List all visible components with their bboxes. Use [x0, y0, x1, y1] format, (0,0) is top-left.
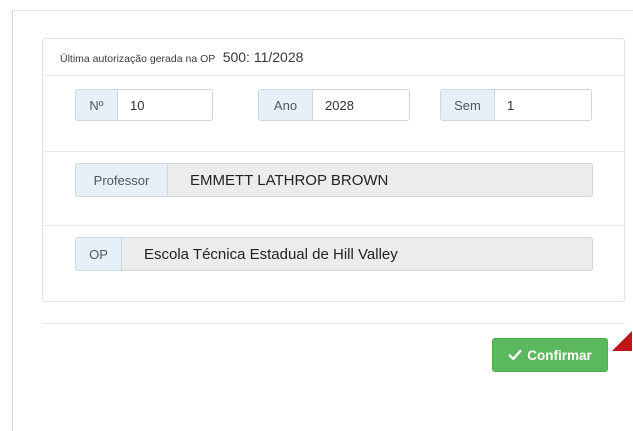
footer-divider: [42, 323, 625, 324]
numero-input[interactable]: 10: [118, 90, 212, 120]
numero-input-group: Nº 10: [75, 89, 213, 121]
numero-label: Nº: [76, 90, 118, 120]
last-authorization-value: 500: 11/2028: [222, 49, 304, 65]
red-arrow-pointer-icon: [612, 331, 632, 351]
confirm-button-label: Confirmar: [527, 347, 592, 363]
op-select[interactable]: Escola Técnica Estadual de Hill Valley: [122, 238, 592, 270]
check-icon: [508, 349, 522, 361]
sem-input-group: Sem 1: [440, 89, 592, 121]
authorization-panel: Última autorização gerada na OP 500: 11/…: [42, 38, 625, 302]
op-input-group: OP Escola Técnica Estadual de Hill Valle…: [75, 237, 593, 271]
ano-input-group: Ano 2028: [258, 89, 410, 121]
ano-input[interactable]: 2028: [313, 90, 409, 120]
divider: [43, 75, 624, 76]
professor-input-group: Professor EMMETT LATHROP BROWN: [75, 163, 593, 197]
confirm-button[interactable]: Confirmar: [492, 338, 608, 372]
divider: [43, 225, 624, 226]
sem-input[interactable]: 1: [495, 90, 591, 120]
last-authorization-info: Última autorização gerada na OP 500: 11/…: [60, 48, 303, 66]
professor-input[interactable]: EMMETT LATHROP BROWN: [168, 164, 592, 196]
divider: [43, 151, 624, 152]
ano-label: Ano: [259, 90, 313, 120]
op-label: OP: [76, 238, 122, 270]
professor-label: Professor: [76, 164, 168, 196]
last-authorization-prefix: Última autorização gerada na OP: [60, 53, 216, 65]
sem-label: Sem: [441, 90, 495, 120]
